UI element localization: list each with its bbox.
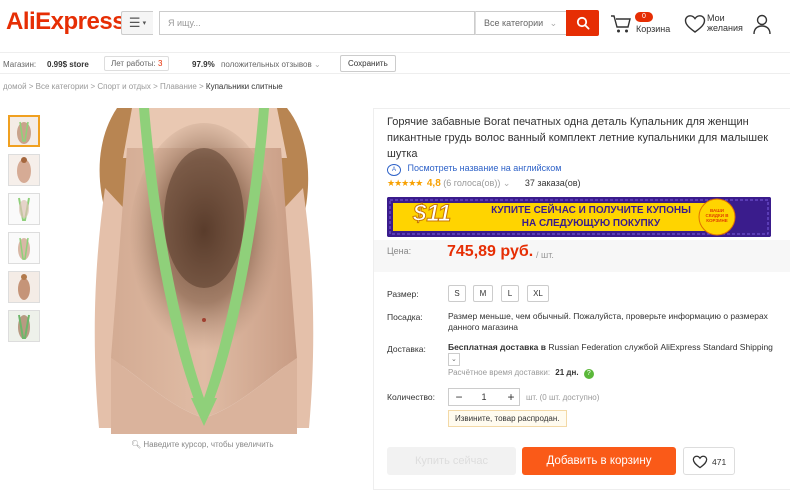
gallery-thumbnail[interactable]	[8, 115, 40, 147]
delivery-time: Расчётное время доставки: 21 дн. ?	[448, 368, 594, 379]
promo-text-line1: КУПИТЕ СЕЙЧАС И ПОЛУЧИТЕ КУПОНЫ	[491, 205, 691, 216]
category-select[interactable]: Все категории ⌄	[475, 11, 567, 35]
breadcrumb-item[interactable]: Спорт и отдых	[97, 82, 151, 91]
coupon-promo-banner[interactable]: $11 КУПИТЕ СЕЙЧАС И ПОЛУЧИТЕ КУПОНЫ НА С…	[387, 197, 771, 237]
wishlist-label[interactable]: Мои желания	[707, 13, 751, 33]
delivery-info[interactable]: Бесплатная доставка в Russian Federation…	[448, 342, 778, 366]
fit-label: Посадка:	[387, 312, 423, 322]
gallery-thumbnail[interactable]	[8, 154, 40, 186]
orders-count: 37 заказа(ов)	[524, 178, 581, 188]
wishlist-count: 471	[712, 457, 727, 467]
votes-link[interactable]: (6 голоса(ов))	[443, 178, 500, 188]
delivery-label: Доставка:	[387, 344, 426, 354]
breadcrumb-item[interactable]: Все категории	[36, 82, 89, 91]
gallery-thumbnail[interactable]	[8, 193, 40, 225]
gallery-thumbnail[interactable]	[8, 232, 40, 264]
store-years-box: Лет работы: 3	[104, 56, 170, 71]
positive-percent: 97.9%	[192, 60, 215, 69]
cart-label[interactable]: Корзина	[636, 24, 670, 34]
cart-icon[interactable]	[610, 14, 632, 36]
size-option-l[interactable]: L	[501, 285, 519, 302]
store-years-label: Лет работы:	[111, 59, 156, 68]
category-select-value: Все категории	[484, 18, 544, 28]
breadcrumb-item[interactable]: домой	[3, 82, 27, 91]
add-to-cart-button[interactable]: Добавить в корзину	[522, 447, 676, 475]
star-rating-icon: ★★★★★	[387, 178, 423, 188]
info-icon[interactable]: ?	[583, 369, 594, 379]
breadcrumb-item[interactable]: Плавание	[160, 82, 197, 91]
delivery-service-text: Russian Federation службой AliExpress St…	[548, 342, 773, 352]
product-title: Горячие забавные Borat печатных одна дет…	[387, 116, 769, 160]
promo-text-line2: НА СЛЕДУЮЩУЮ ПОКУПКУ	[521, 218, 661, 229]
quantity-available-note: шт. (0 шт. доступно)	[526, 393, 600, 402]
heart-icon[interactable]	[684, 14, 706, 36]
promo-text: КУПИТЕ СЕЙЧАС И ПОЛУЧИТЕ КУПОНЫ НА СЛЕДУ…	[491, 204, 691, 230]
chevron-down-icon: ⌄	[313, 60, 321, 69]
rating-row: ★★★★★ 4,8 (6 голоса(ов)) ⌄ 37 заказа(ов)	[387, 178, 581, 189]
store-bar: Магазин: 0.99$ store Лет работы: 3 97.9%…	[0, 52, 790, 74]
translate-title-link[interactable]: A Посмотреть название на английском	[387, 163, 561, 176]
heart-icon	[692, 455, 708, 469]
search-icon	[576, 16, 590, 30]
quantity-stepper[interactable]: − 1 +	[448, 388, 520, 406]
sold-out-notice: Извините, товар распродан.	[448, 410, 567, 427]
price-unit: / шт.	[536, 250, 554, 260]
chevron-down-icon: ▾	[142, 20, 147, 27]
size-option-m[interactable]: M	[473, 285, 493, 302]
promo-amount: $11	[412, 200, 452, 228]
delivery-free-text: Бесплатная доставка в	[448, 342, 546, 352]
user-icon[interactable]	[752, 13, 772, 37]
positive-feedback-label: положительных отзывов	[221, 60, 312, 69]
store-prefix: Магазин:	[3, 60, 37, 69]
price-label: Цена:	[387, 246, 412, 256]
minus-icon[interactable]: −	[451, 390, 467, 404]
zoom-hint-text: Наведите курсор, чтобы увеличить	[143, 440, 274, 449]
add-to-wishlist-button[interactable]: 471	[683, 447, 735, 475]
price-value: 745,89 руб.	[447, 243, 534, 260]
magnifier-icon: 🔍︎	[131, 440, 142, 449]
translate-icon: A	[387, 164, 401, 176]
cart-count-badge: 0	[635, 12, 653, 22]
save-store-button[interactable]: Сохранить	[340, 55, 396, 72]
hamburger-icon: ☰	[128, 15, 141, 30]
chevron-down-icon[interactable]: ⌄	[448, 353, 460, 366]
price-area	[374, 240, 790, 272]
category-menu-button[interactable]: ☰ ▾	[121, 11, 153, 35]
buy-now-button[interactable]: Купить сейчас	[387, 447, 516, 475]
breadcrumb-item[interactable]: Купальники слитные	[206, 82, 283, 91]
size-label: Размер:	[387, 289, 419, 299]
search-button[interactable]	[566, 10, 599, 36]
rating-value: 4,8	[426, 178, 441, 189]
promo-badge: ВАШИ СКИДКИ В КОРЗИНЕ	[705, 208, 729, 223]
positive-feedback-link[interactable]: положительных отзывов ⌄	[221, 60, 321, 69]
plus-icon[interactable]: +	[503, 390, 519, 404]
store-name-link[interactable]: 0.99$ store	[47, 60, 89, 69]
store-years-value: 3	[157, 59, 163, 68]
zoom-hint: 🔍︎ Наведите курсор, чтобы увеличить	[131, 440, 274, 449]
search-input[interactable]: Я ищу...	[159, 11, 475, 35]
gallery-thumbnail[interactable]	[8, 310, 40, 342]
chevron-down-icon: ⌄	[502, 178, 511, 188]
size-option-xl[interactable]: XL	[527, 285, 549, 302]
aliexpress-logo[interactable]: AliExpress	[6, 8, 126, 36]
translate-title-text: Посмотреть название на английском	[407, 163, 562, 173]
delivery-time-value: 21 дн.	[555, 368, 579, 377]
delivery-time-label: Расчётное время доставки:	[448, 368, 551, 377]
size-option-s[interactable]: S	[448, 285, 466, 302]
breadcrumb: домой > Все категории > Спорт и отдых > …	[3, 82, 283, 91]
quantity-input[interactable]: 1	[469, 389, 499, 405]
chevron-down-icon: ⌄	[549, 18, 558, 28]
product-main-image[interactable]	[87, 108, 321, 434]
header: AliExpress ☰ ▾ Я ищу... Все категории ⌄ 0…	[0, 0, 790, 48]
fit-description: Размер меньше, чем обычный. Пожалуйста, …	[448, 311, 768, 332]
quantity-label: Количество:	[387, 392, 436, 402]
gallery-thumbnail[interactable]	[8, 271, 40, 303]
